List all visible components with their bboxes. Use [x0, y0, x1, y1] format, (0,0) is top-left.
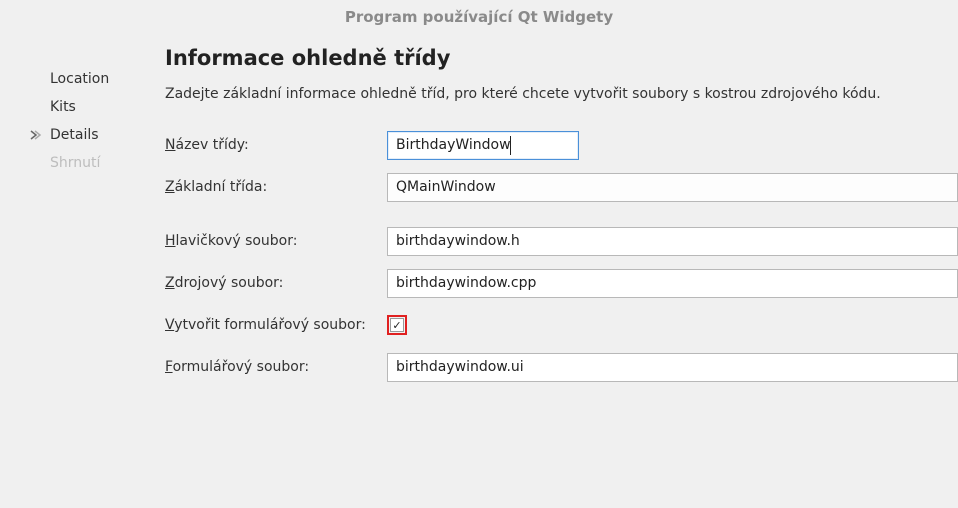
sidebar-item-summary: Shrnutí — [50, 149, 165, 177]
label-source-file: Zdrojový soubor: — [165, 275, 387, 291]
page-title: Informace ohledně třídy — [165, 46, 958, 70]
sidebar-item-label: Shrnutí — [50, 155, 100, 171]
page-description: Zadejte základní informace ohledně tříd,… — [165, 86, 958, 102]
sidebar-item-label: Details — [50, 127, 99, 143]
row-source-file: Zdrojový soubor: — [165, 268, 958, 298]
row-form-file: Formulářový soubor: — [165, 352, 958, 382]
wizard-sidebar: Location Kits Details Shrnutí — [0, 40, 165, 508]
text-caret — [510, 136, 511, 155]
wizard-body: Location Kits Details Shrnutí Informace … — [0, 30, 958, 508]
label-base-class: Základní třída: — [165, 179, 387, 195]
sidebar-item-kits[interactable]: Kits — [50, 93, 165, 121]
sidebar-item-label: Kits — [50, 99, 76, 115]
generate-form-highlight: ✓ — [387, 315, 407, 335]
wizard-main: Informace ohledně třídy Zadejte základní… — [165, 40, 958, 508]
window-title: Program používající Qt Widgety — [0, 0, 958, 30]
row-generate-form: Vytvořit formulářový soubor: ✓ — [165, 310, 958, 340]
row-base-class: Základní třída: QMainWindow — [165, 172, 958, 202]
row-header-file: Hlavičkový soubor: — [165, 226, 958, 256]
sidebar-item-details[interactable]: Details — [50, 121, 165, 149]
class-name-input[interactable] — [387, 131, 579, 160]
sidebar-item-label: Location — [50, 71, 109, 87]
check-icon: ✓ — [392, 320, 401, 331]
label-generate-form: Vytvořit formulářový soubor: — [165, 317, 387, 333]
base-class-value: QMainWindow — [396, 179, 496, 195]
header-file-input[interactable] — [387, 227, 958, 256]
label-header-file: Hlavičkový soubor: — [165, 233, 387, 249]
label-class-name: Název třídy: — [165, 137, 387, 153]
generate-form-checkbox[interactable]: ✓ — [390, 318, 404, 332]
wizard-window: Program používající Qt Widgety Location … — [0, 0, 958, 508]
row-class-name: Název třídy: — [165, 130, 958, 160]
form-file-input[interactable] — [387, 353, 958, 382]
base-class-select[interactable]: QMainWindow — [387, 173, 958, 202]
source-file-input[interactable] — [387, 269, 958, 298]
sidebar-item-location[interactable]: Location — [50, 65, 165, 93]
label-form-file: Formulářový soubor: — [165, 359, 387, 375]
